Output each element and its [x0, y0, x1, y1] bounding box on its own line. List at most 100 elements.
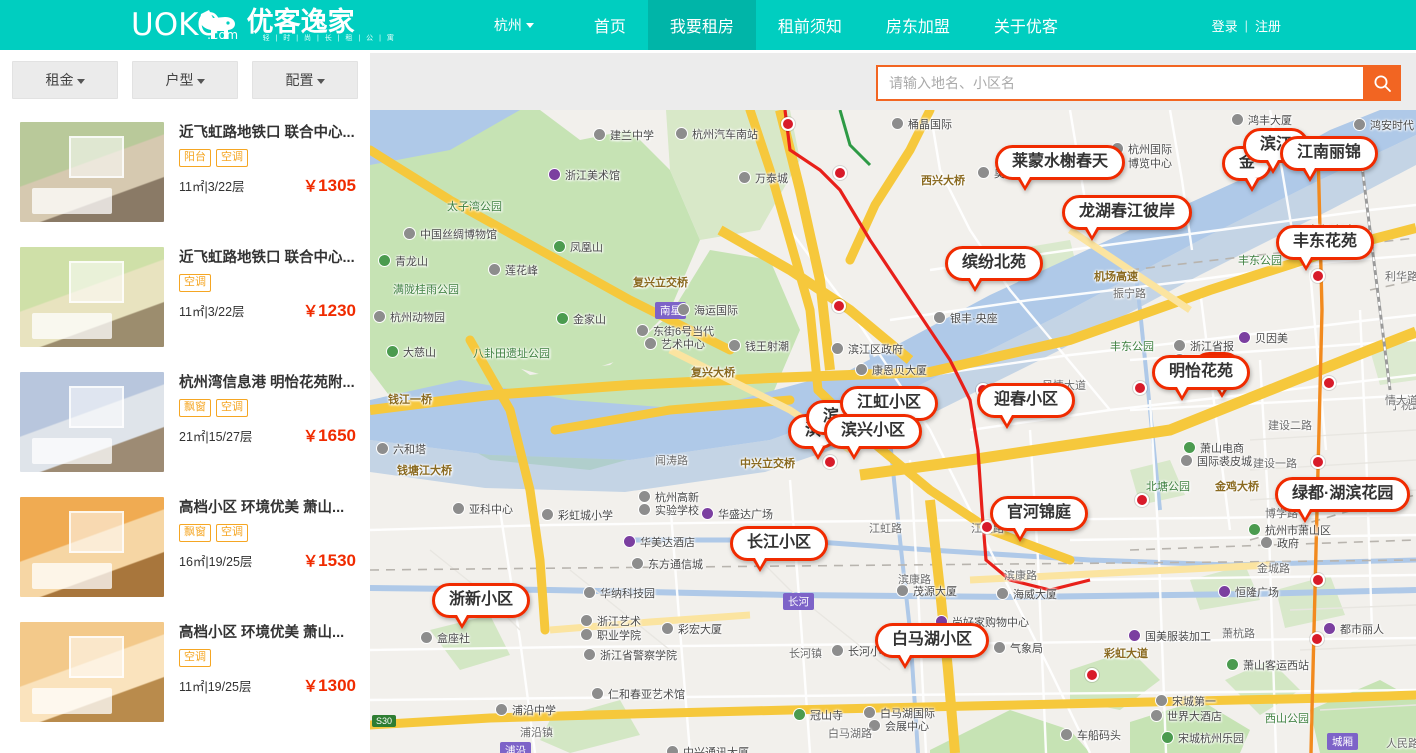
map-marker-tail: [897, 655, 913, 670]
listing-meta: 11㎡|3/22层 ￥1230: [179, 300, 356, 321]
map-marker-tail: [846, 446, 862, 461]
map-marker-label: 江南丽锦: [1280, 136, 1379, 172]
map-marker-长江小区[interactable]: 长江小区: [730, 526, 829, 573]
listing-spec: 11㎡|19/25层: [179, 679, 252, 694]
chevron-down-icon: [76, 78, 85, 84]
listing-tags: 飘窗 空调: [179, 524, 356, 542]
map-marker-浙新小区[interactable]: 浙新小区: [432, 583, 531, 630]
listing-tags: 空调: [179, 649, 356, 667]
listing-title[interactable]: 近飞虹路地铁口 联合中心...: [179, 249, 356, 267]
nav-item-notice[interactable]: 租前须知: [756, 0, 864, 50]
city-selector-label: 杭州: [493, 17, 522, 33]
listing-thumbnail[interactable]: [20, 372, 164, 472]
listing-title[interactable]: 高档小区 环境优美 萧山...: [179, 499, 356, 517]
map-viewport[interactable]: 建兰中学杭州汽车南站万泰城浙江美术馆桶晶国际杭州国际博览中心奥体西兴大桥鸿丰大厦…: [370, 110, 1416, 753]
listing-item[interactable]: 近飞虹路地铁口 联合中心... 空调 11㎡|3/22层 ￥1230: [0, 235, 370, 360]
map-marker-官河锦庭[interactable]: 官河锦庭: [990, 496, 1089, 543]
logo-chinese-name: 优客逸家: [246, 6, 355, 37]
search-button[interactable]: [1363, 65, 1401, 101]
map-marker-丰东花苑[interactable]: 丰东花苑: [1276, 225, 1375, 272]
chevron-down-icon: [316, 78, 325, 84]
currency-symbol: ￥: [303, 427, 319, 445]
map-marker-江南丽锦[interactable]: 江南丽锦: [1280, 136, 1379, 183]
listing-info: 杭州湾信息港 明怡花苑附... 飘窗 空调 21㎡|15/27层 ￥1650: [179, 372, 356, 446]
login-link[interactable]: 登录: [1212, 16, 1238, 35]
currency-symbol: ￥: [303, 552, 319, 570]
listing-price: ￥1650: [303, 425, 356, 446]
map-marker-label: 滨兴小区: [824, 414, 923, 450]
auth-links: 登录 | 注册: [1212, 0, 1281, 50]
nav-item-rent[interactable]: 我要租房: [647, 0, 756, 50]
listing-tags: 飘窗 空调: [179, 399, 356, 417]
filter-layout[interactable]: 户型: [132, 61, 238, 99]
listing-tag: 空调: [216, 399, 248, 417]
listing-tag: 空调: [216, 524, 248, 542]
map-marker-tail: [1265, 160, 1281, 175]
search-icon: [1374, 75, 1391, 92]
nav-item-about[interactable]: 关于优客: [972, 0, 1080, 50]
map-marker-tail: [999, 415, 1015, 430]
listing-title[interactable]: 杭州湾信息港 明怡花苑附...: [179, 374, 356, 392]
filter-amenities-label: 配置: [285, 72, 314, 88]
register-link[interactable]: 注册: [1255, 16, 1281, 35]
nav-item-landlord[interactable]: 房东加盟: [864, 0, 972, 50]
map-marker-明怡花苑[interactable]: 明怡花苑: [1152, 355, 1251, 402]
auth-separator: |: [1244, 17, 1248, 33]
listing-price-value: 1650: [318, 425, 356, 445]
map-marker-label: 丰东花苑: [1276, 225, 1375, 261]
listing-item[interactable]: 近飞虹路地铁口 联合中心... 阳台 空调 11㎡|3/22层 ￥1305: [0, 110, 370, 235]
listing-meta: 11㎡|19/25层 ￥1300: [179, 675, 356, 696]
filter-amenities[interactable]: 配置: [252, 61, 358, 99]
filter-rent-label: 租金: [45, 72, 74, 88]
currency-symbol: ￥: [303, 677, 319, 695]
map-marker-label: 长江小区: [730, 526, 829, 562]
listing-price: ￥1300: [303, 675, 356, 696]
map-marker-tail: [1302, 168, 1318, 183]
search-input[interactable]: [876, 65, 1363, 101]
listing-thumbnail[interactable]: [20, 122, 164, 222]
listing-title[interactable]: 高档小区 环境优美 萧山...: [179, 624, 356, 642]
listing-item[interactable]: 高档小区 环境优美 萧山... 飘窗 空调 16㎡|19/25层 ￥1530: [0, 485, 370, 610]
listing-list[interactable]: 近飞虹路地铁口 联合中心... 阳台 空调 11㎡|3/22层 ￥1305 近飞虹路地铁口…: [0, 110, 370, 753]
filter-rent[interactable]: 租金: [12, 61, 118, 99]
map-marker-label: 缤纷北苑: [945, 246, 1044, 282]
map-marker-tail: [1174, 387, 1190, 402]
listing-spec: 21㎡|15/27层: [179, 429, 253, 444]
listing-tag: 空调: [216, 149, 248, 167]
city-selector[interactable]: 杭州: [494, 0, 534, 50]
listing-spec: 11㎡|3/22层: [179, 179, 245, 194]
map-marker-label: 白马湖小区: [875, 623, 990, 659]
map-marker-白马湖小区[interactable]: 白马湖小区: [875, 623, 990, 670]
map-marker-label: 明怡花苑: [1152, 355, 1251, 391]
listing-thumbnail[interactable]: [20, 247, 164, 347]
map-marker-绿都·湖滨花园[interactable]: 绿都·湖滨花园: [1275, 477, 1411, 524]
map-marker-tail: [1298, 257, 1314, 272]
listing-price: ￥1530: [303, 550, 356, 571]
listing-thumbnail[interactable]: [20, 497, 164, 597]
nav-item-home[interactable]: 首页: [572, 0, 648, 50]
currency-symbol: ￥: [303, 302, 319, 320]
map-marker-龙湖春江彼岸[interactable]: 龙湖春江彼岸: [1062, 195, 1193, 242]
listing-price-value: 1230: [318, 300, 356, 320]
map-marker-tail: [967, 278, 983, 293]
listing-spec: 11㎡|3/22层: [179, 304, 245, 319]
listing-tags: 空调: [179, 274, 356, 292]
map-marker-滨兴小区[interactable]: 滨兴小区: [824, 414, 923, 461]
listing-item[interactable]: 高档小区 环境优美 萧山... 空调 11㎡|19/25层 ￥1300: [0, 610, 370, 735]
map-marker-tail: [1012, 528, 1028, 543]
map-marker-缤纷北苑[interactable]: 缤纷北苑: [945, 246, 1044, 293]
listing-item[interactable]: 杭州湾信息港 明怡花苑附... 飘窗 空调 21㎡|15/27层 ￥1650: [0, 360, 370, 485]
map-marker-莱蒙水榭春天[interactable]: 莱蒙水榭春天: [995, 145, 1126, 192]
site-logo[interactable]: UOKO .com 优客逸家 轻 | 时 | 尚 | 长 | 租 | 公 | 寓: [131, 0, 488, 50]
map-marker-tail: [1244, 178, 1260, 193]
listing-tag: 飘窗: [179, 524, 211, 542]
listing-tag: 飘窗: [179, 399, 211, 417]
filter-layout-label: 户型: [165, 72, 194, 88]
map-marker-迎春小区[interactable]: 迎春小区: [977, 383, 1076, 430]
listing-price: ￥1230: [303, 300, 356, 321]
map-marker-tail: [1297, 509, 1313, 524]
listing-title[interactable]: 近飞虹路地铁口 联合中心...: [179, 124, 356, 142]
listing-price-value: 1530: [318, 550, 356, 570]
listing-thumbnail[interactable]: [20, 622, 164, 722]
search-bar: [876, 65, 1401, 101]
